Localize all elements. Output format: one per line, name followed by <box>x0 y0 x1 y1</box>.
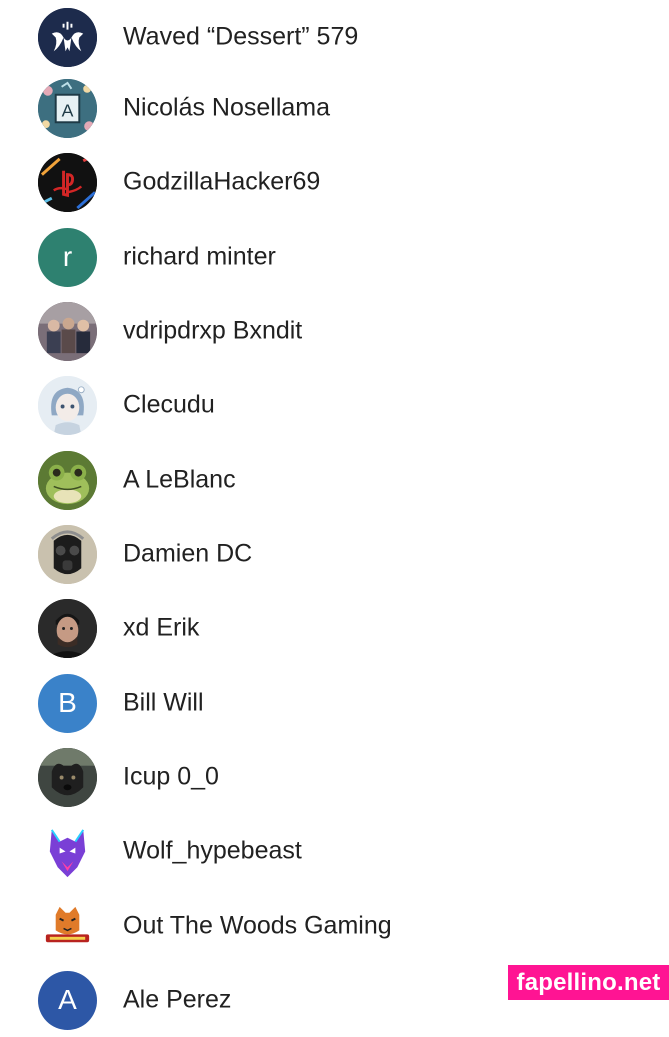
contact-name: A LeBlanc <box>123 465 236 494</box>
avatar-letter[interactable]: r <box>38 227 97 287</box>
contact-row[interactable]: A LeBlanc <box>0 443 669 517</box>
contact-row[interactable]: r richard minter <box>0 220 669 294</box>
contact-name: GodzillaHacker69 <box>123 167 321 196</box>
anime-girl-sketch-icon <box>38 375 97 435</box>
contact-name: Out The Woods Gaming <box>123 911 392 940</box>
contact-row[interactable]: GodzillaHacker69 <box>0 145 669 219</box>
dog-photo-icon <box>38 747 97 807</box>
contact-row[interactable]: vdripdrxp Bxndit <box>0 294 669 368</box>
avatar-letter[interactable]: A <box>38 970 97 1030</box>
man-portrait-avatar[interactable] <box>38 598 97 658</box>
contact-row[interactable]: Clecudu <box>0 368 669 442</box>
contact-name: Clecudu <box>123 390 215 419</box>
group-photo-icon <box>38 301 97 361</box>
contact-name: Waved “Dessert” 579 <box>123 22 359 51</box>
avatar-initial: A <box>58 984 77 1015</box>
frog-photo-icon <box>38 450 97 510</box>
white-sigil-logo-avatar[interactable] <box>38 7 97 67</box>
tiger-gaming-logo-avatar[interactable] <box>38 896 97 956</box>
contact-name: richard minter <box>123 242 276 271</box>
watermark: fapellino.net <box>508 965 669 1000</box>
playstation-logo-icon <box>38 152 97 212</box>
group-photo-avatar[interactable] <box>38 301 97 361</box>
framed-letter-a-pattern-avatar[interactable]: A <box>38 78 97 138</box>
man-portrait-icon <box>38 598 97 658</box>
contact-row[interactable]: B Bill Will <box>0 666 669 740</box>
svg-text:A: A <box>62 100 74 120</box>
contact-row[interactable]: Wolf_hypebeast <box>0 814 669 888</box>
anime-girl-sketch-avatar[interactable] <box>38 375 97 435</box>
frog-photo-avatar[interactable] <box>38 450 97 510</box>
gas-mask-photo-avatar[interactable] <box>38 524 97 584</box>
contact-name: Bill Will <box>123 688 204 717</box>
tiger-gaming-logo-icon <box>38 896 97 956</box>
avatar-initial: B <box>58 687 77 718</box>
contact-name: Nicolás Nosellama <box>123 93 331 122</box>
contact-name: xd Erik <box>123 613 200 642</box>
contact-name: Damien DC <box>123 539 253 568</box>
neon-wolf-logo-avatar[interactable] <box>38 821 97 881</box>
contact-row[interactable]: Damien DC <box>0 517 669 591</box>
contact-name: Icup 0_0 <box>123 762 219 791</box>
dog-photo-avatar[interactable] <box>38 747 97 807</box>
neon-wolf-logo-icon <box>38 821 97 881</box>
playstation-logo-avatar[interactable] <box>38 152 97 212</box>
avatar-initial: r <box>62 241 73 272</box>
contact-name: Wolf_hypebeast <box>123 836 302 865</box>
contact-name: Ale Perez <box>123 985 232 1014</box>
contact-row[interactable]: Waved “Dessert” 579 <box>0 0 669 74</box>
contact-row[interactable]: Out The Woods Gaming <box>0 889 669 963</box>
white-sigil-logo-icon <box>38 7 97 67</box>
contact-row[interactable]: Icup 0_0 <box>0 740 669 814</box>
contact-name: vdripdrxp Bxndit <box>123 316 303 345</box>
contact-row[interactable]: xd Erik <box>0 591 669 665</box>
contact-row[interactable]: A Nicolás Nosellama <box>0 71 669 145</box>
framed-letter-a-pattern-icon: A <box>38 78 97 138</box>
avatar-letter[interactable]: B <box>38 673 97 733</box>
gas-mask-photo-icon <box>38 524 97 584</box>
